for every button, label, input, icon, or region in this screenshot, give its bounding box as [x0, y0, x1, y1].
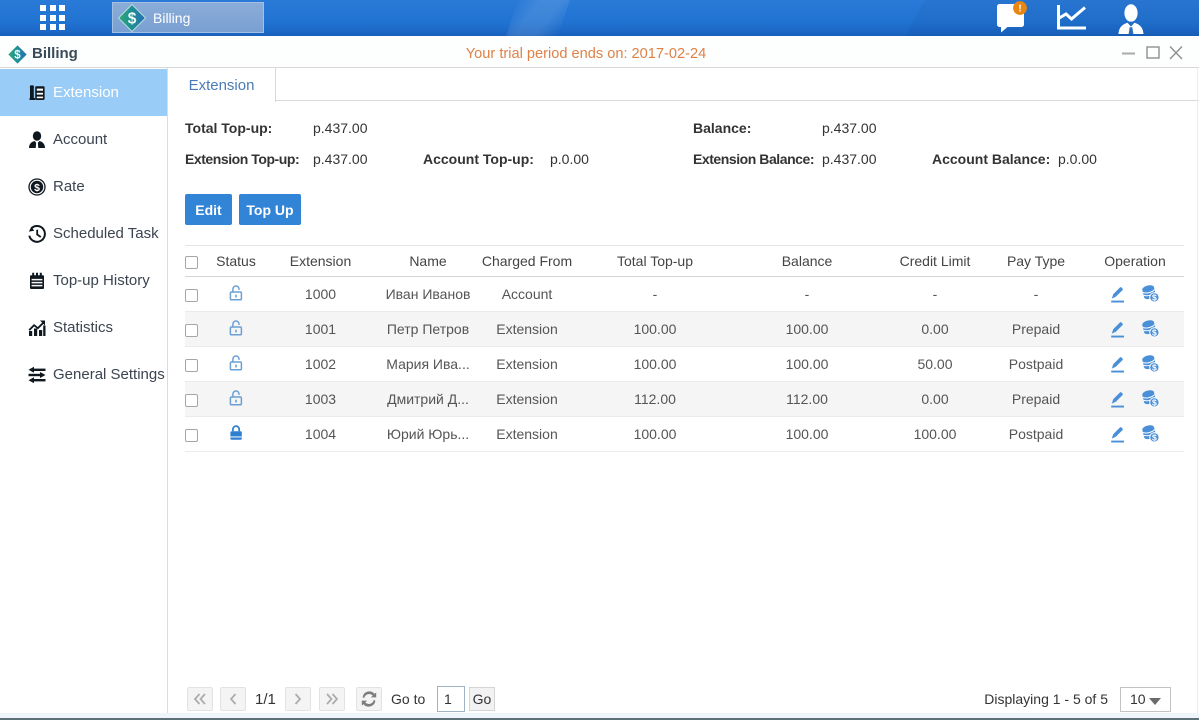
svg-text:!: ! [1018, 4, 1021, 15]
svg-text:$: $ [128, 10, 137, 27]
svg-text:$: $ [34, 182, 40, 194]
